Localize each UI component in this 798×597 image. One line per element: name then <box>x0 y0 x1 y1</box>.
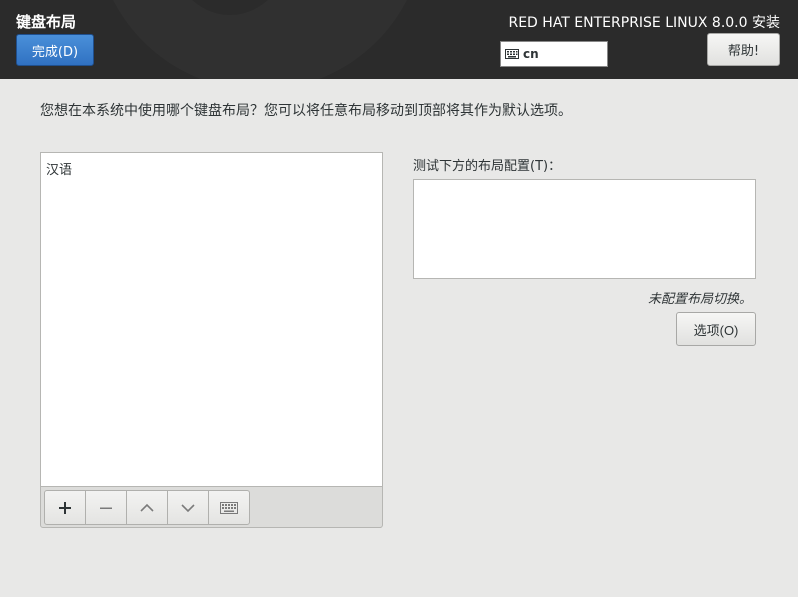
product-title: RED HAT ENTERPRISE LINUX 8.0.0 安装 <box>508 15 780 31</box>
chevron-up-icon <box>140 503 154 512</box>
layout-toolbar <box>40 486 383 528</box>
header-decoration <box>95 0 425 79</box>
layout-switch-note: 未配置布局切换。 <box>647 292 752 307</box>
top-bar: 键盘布局 完成(D) RED HAT ENTERPRISE LINUX 8.0.… <box>0 0 798 79</box>
plus-icon <box>59 501 71 514</box>
help-button[interactable]: 帮助! <box>707 33 780 66</box>
chevron-down-icon <box>181 503 195 512</box>
instruction-text: 您想在本系统中使用哪个键盘布局？您可以将任意布局移动到顶部将其作为默认选项。 <box>40 103 572 119</box>
preview-layout-button[interactable] <box>208 490 250 525</box>
move-down-button[interactable] <box>167 490 209 525</box>
keyboard-icon <box>220 501 238 514</box>
done-button[interactable]: 完成(D) <box>16 34 94 66</box>
minus-icon <box>100 507 112 509</box>
keyboard-icon <box>505 49 519 59</box>
list-item[interactable]: 汉语 <box>41 153 382 184</box>
layout-list[interactable]: 汉语 <box>40 152 383 486</box>
keyboard-indicator-label: cn <box>523 47 539 61</box>
add-layout-button[interactable] <box>44 490 86 525</box>
options-button[interactable]: 选项(O) <box>676 312 756 346</box>
toolbar-button-group <box>44 490 250 525</box>
page-title: 键盘布局 <box>16 13 77 31</box>
move-up-button[interactable] <box>126 490 168 525</box>
keyboard-layout-indicator[interactable]: cn <box>500 41 608 67</box>
test-layout-input[interactable] <box>413 179 756 279</box>
test-layout-label: 测试下方的布局配置(T)： <box>413 159 562 174</box>
remove-layout-button[interactable] <box>85 490 127 525</box>
